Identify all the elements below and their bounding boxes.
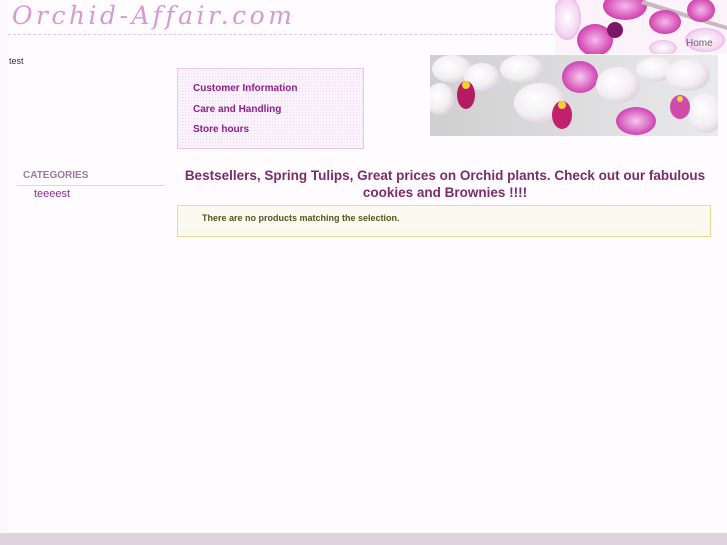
site-logo[interactable]: Orchid-Affair.com (12, 1, 295, 30)
footer-bar (0, 533, 727, 545)
page-headline: Bestsellers, Spring Tulips, Great prices… (184, 168, 706, 200)
care-and-handling-link[interactable]: Care and Handling (193, 104, 281, 115)
info-links-box: Customer Information Care and Handling S… (177, 68, 364, 149)
customer-information-link[interactable]: Customer Information (193, 83, 297, 94)
test-text: test (9, 56, 24, 66)
notice-text: There are no products matching the selec… (202, 213, 400, 223)
header-divider (8, 34, 598, 35)
orchid-banner-image (430, 55, 718, 136)
store-hours-link[interactable]: Store hours (193, 124, 249, 135)
no-products-notice: There are no products matching the selec… (177, 205, 711, 237)
categories-divider (17, 185, 165, 186)
categories-heading: CATEGORIES (23, 170, 89, 181)
home-link[interactable]: Home (686, 38, 713, 49)
category-item[interactable]: teeeest (34, 188, 70, 200)
